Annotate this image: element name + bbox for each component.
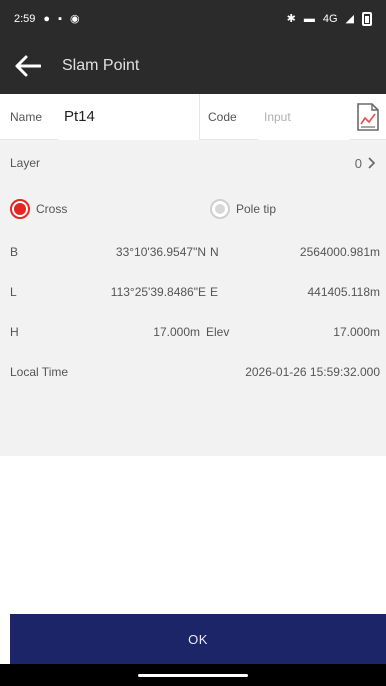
local-time-row: Local Time 2026-01-26 15:59:32.000 xyxy=(0,352,386,392)
code-label: Code xyxy=(208,109,237,124)
l-value: 113°25'39.8486"E xyxy=(110,285,206,299)
name-code-row: Name Code xyxy=(0,93,386,140)
elev-value: 17.000m xyxy=(333,325,380,339)
code-input[interactable] xyxy=(258,93,350,140)
status-time: 2:59 xyxy=(14,13,36,25)
name-label: Name xyxy=(10,109,43,124)
n-label: N xyxy=(210,245,219,259)
b-label: B xyxy=(10,245,19,259)
chat-icon: ● xyxy=(43,12,51,25)
signal-icon: ◢ xyxy=(345,12,354,25)
code-list-button[interactable] xyxy=(350,99,386,135)
back-button[interactable] xyxy=(12,50,44,82)
app-bar: Slam Point xyxy=(0,38,386,94)
signal-text: 4G xyxy=(322,13,338,25)
elev-label: Elev xyxy=(206,325,230,339)
coord-row-h-elev: H 17.000m Elev 17.000m xyxy=(0,312,386,352)
measure-mode-row: Cross Pole tip xyxy=(0,186,386,232)
content-blank xyxy=(0,456,386,614)
h-value: 17.000m xyxy=(153,325,200,339)
empty-rows-area xyxy=(0,392,386,456)
e-label: E xyxy=(210,285,219,299)
layer-label: Layer xyxy=(10,156,41,170)
bluetooth-icon: ✱ xyxy=(286,12,296,25)
e-value: 441405.118m xyxy=(307,285,380,299)
system-nav-bar xyxy=(0,664,386,686)
l-label: L xyxy=(10,285,17,299)
local-time-label: Local Time xyxy=(10,365,69,379)
h-label: H xyxy=(10,325,19,339)
layer-row[interactable]: Layer 0 xyxy=(0,140,386,186)
coord-row-b-n: B 33°10'36.9547"N N 2564000.981m xyxy=(0,232,386,272)
battery-icon xyxy=(362,12,372,26)
status-bar: 2:59 ● ▪ ◉ ✱ ▬ 4G ◢ xyxy=(0,0,386,38)
home-handle[interactable] xyxy=(138,673,248,677)
page-title: Slam Point xyxy=(62,57,140,74)
n-value: 2564000.981m xyxy=(299,245,380,259)
local-time-value: 2026-01-26 15:59:32.000 xyxy=(245,365,380,379)
radio-unselected-icon xyxy=(210,199,230,219)
ok-button[interactable]: OK xyxy=(10,614,386,664)
mode-pole-tip-label: Pole tip xyxy=(236,202,277,216)
location-icon: ◉ xyxy=(69,12,80,25)
mode-cross-label: Cross xyxy=(36,202,68,216)
name-input[interactable] xyxy=(58,93,200,140)
back-arrow-icon xyxy=(15,55,41,77)
ok-label: OK xyxy=(188,631,208,647)
coord-row-l-e: L 113°25'39.8486"E E 441405.118m xyxy=(0,272,386,312)
hotspot-icon: ▬ xyxy=(303,12,315,25)
document-chart-icon xyxy=(357,102,379,131)
radio-selected-icon xyxy=(10,199,30,219)
notification-icon: ▪ xyxy=(58,12,62,25)
chevron-right-icon xyxy=(368,157,376,169)
layer-value: 0 xyxy=(354,155,362,171)
mode-cross-option[interactable]: Cross xyxy=(10,199,67,219)
mode-pole-tip-option[interactable]: Pole tip xyxy=(210,199,276,219)
b-value: 33°10'36.9547"N xyxy=(115,245,206,259)
